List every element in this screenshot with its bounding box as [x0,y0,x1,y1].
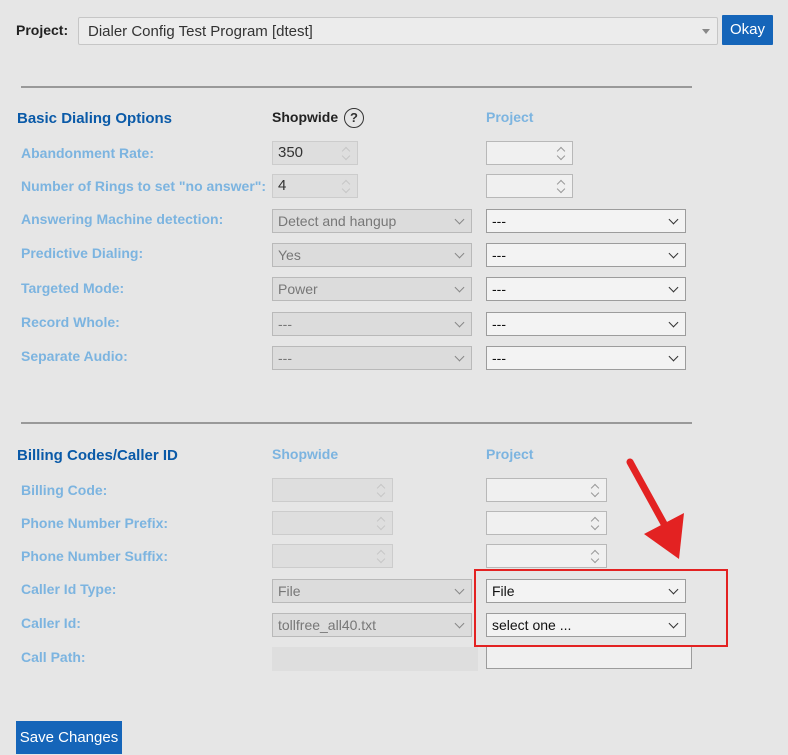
okay-button[interactable]: Okay [722,15,773,45]
shopwide-separate-audio-select: --- [272,346,472,370]
chevron-down-icon [668,282,679,293]
shopwide-predictive-dialing-select: Yes [272,243,472,267]
shopwide-phone-suffix-input [272,544,393,568]
project-predictive-dialing-select[interactable]: --- [486,243,686,267]
spinner-arrows-icon [341,145,351,161]
spinner-arrows-icon[interactable] [590,482,600,498]
billing-project-header: Project [486,446,534,462]
value: --- [278,350,292,366]
spinner-arrows-icon[interactable] [590,515,600,531]
value: 350 [278,144,304,161]
project-phone-prefix-input[interactable] [486,511,607,535]
chevron-down-icon [454,282,465,293]
value: Power [278,281,318,297]
shopwide-record-whole-select: --- [272,312,472,336]
spinner-arrows-icon[interactable] [556,178,566,194]
row-label-call-path: Call Path: [21,649,86,665]
basic-section-title: Basic Dialing Options [17,110,173,127]
chevron-down-icon [454,317,465,328]
shopwide-phone-prefix-input [272,511,393,535]
value: Detect and hangup [278,213,397,229]
shopwide-call-path-input [272,647,478,671]
row-label-phone-suffix: Phone Number Suffix: [21,548,169,564]
spinner-arrows-icon [376,515,386,531]
shopwide-abandonment-rate-input: 350 [272,141,358,165]
spinner-arrows-icon [376,548,386,564]
divider [21,86,692,88]
annotation-arrow-icon [626,458,684,559]
shopwide-rings-input: 4 [272,174,358,198]
chevron-down-icon [668,351,679,362]
basic-project-header: Project [486,109,534,125]
annotation-highlight-box [474,569,728,647]
spinner-arrows-icon[interactable] [556,145,566,161]
shopwide-targeted-mode-select: Power [272,277,472,301]
row-label-answering-machine: Answering Machine detection: [21,211,224,227]
value: --- [492,213,506,229]
basic-shopwide-header: Shopwide [272,109,339,125]
row-label-abandonment-rate: Abandonment Rate: [21,145,154,161]
chevron-down-icon [668,317,679,328]
value: --- [492,316,506,332]
shopwide-answering-machine-select: Detect and hangup [272,209,472,233]
chevron-down-icon [454,584,465,595]
shopwide-caller-id-type-select: File [272,579,472,603]
chevron-down-icon [454,351,465,362]
spinner-arrows-icon [376,482,386,498]
project-phone-suffix-input[interactable] [486,544,607,568]
spinner-arrows-icon [341,178,351,194]
value: --- [278,316,292,332]
chevron-down-icon [454,618,465,629]
value: --- [492,247,506,263]
row-label-separate-audio: Separate Audio: [21,348,128,364]
shopwide-caller-id-select: tollfree_all40.txt [272,613,472,637]
caret-down-icon [702,29,710,34]
project-select-value: Dialer Config Test Program [dtest] [88,23,313,40]
row-label-predictive-dialing: Predictive Dialing: [21,245,144,261]
chevron-down-icon [454,214,465,225]
save-changes-button[interactable]: Save Changes [16,721,122,754]
project-separate-audio-select[interactable]: --- [486,346,686,370]
row-label-billing-code: Billing Code: [21,482,108,498]
value: Yes [278,247,301,263]
row-label-targeted-mode: Targeted Mode: [21,280,125,296]
value: tollfree_all40.txt [278,617,377,633]
row-label-record-whole: Record Whole: [21,314,120,330]
row-label-caller-id: Caller Id: [21,615,81,631]
project-answering-machine-select[interactable]: --- [486,209,686,233]
chevron-down-icon [454,248,465,259]
value: --- [492,281,506,297]
chevron-down-icon [668,214,679,225]
billing-section-title: Billing Codes/Caller ID [17,447,178,464]
spinner-arrows-icon[interactable] [590,548,600,564]
project-rings-input[interactable] [486,174,573,198]
project-label: Project: [16,22,69,38]
project-targeted-mode-select[interactable]: --- [486,277,686,301]
row-label-phone-prefix: Phone Number Prefix: [21,515,169,531]
project-record-whole-select[interactable]: --- [486,312,686,336]
help-icon[interactable]: ? [344,108,364,128]
value: --- [492,350,506,366]
project-select[interactable]: Dialer Config Test Program [dtest] [78,17,718,45]
billing-shopwide-header: Shopwide [272,446,339,462]
shopwide-billing-code-input [272,478,393,502]
project-call-path-input[interactable] [486,645,692,669]
chevron-down-icon [668,248,679,259]
project-abandonment-rate-input[interactable] [486,141,573,165]
row-label-caller-id-type: Caller Id Type: [21,581,117,597]
value: File [278,583,301,599]
project-billing-code-input[interactable] [486,478,607,502]
divider [21,422,692,424]
row-label-rings-no-answer: Number of Rings to set "no answer": [21,178,267,194]
value: 4 [278,177,287,194]
